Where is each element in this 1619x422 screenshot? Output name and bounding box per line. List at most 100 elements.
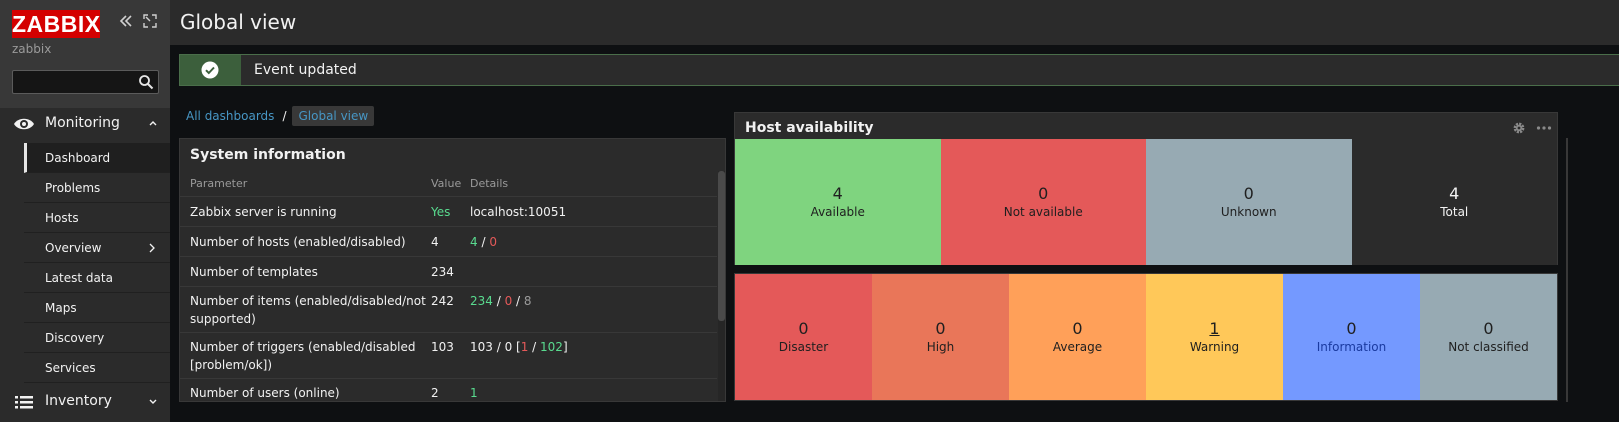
- row-details: 103 / 0 [1 / 102]: [470, 340, 568, 354]
- kiosk-mode-icon[interactable]: [143, 14, 157, 28]
- success-message: Event updated: [179, 54, 1619, 86]
- sidebar-item-discovery[interactable]: Discovery: [24, 323, 170, 353]
- detail-separator: /: [492, 294, 505, 308]
- sidebar-header: ZABBIX zabbix: [0, 0, 170, 108]
- cell-label: High: [926, 340, 955, 354]
- cell-label: Not available: [1003, 205, 1083, 219]
- system-info-table: Parameter Value Details Zabbix server is…: [180, 171, 717, 401]
- row-details: 234 / 0 / 8: [470, 294, 532, 308]
- cell-label: Disaster: [778, 340, 829, 354]
- search-input[interactable]: [13, 71, 133, 93]
- ok-count: 102: [540, 340, 563, 354]
- detail-suffix: ]: [562, 340, 568, 354]
- sidebar-item-services[interactable]: Services: [24, 353, 170, 383]
- menu-section-monitoring[interactable]: Monitoring: [0, 107, 170, 141]
- severity-high[interactable]: 0 High: [872, 274, 1009, 400]
- enabled-count: 4: [470, 235, 478, 249]
- cell-label: Unknown: [1220, 205, 1277, 219]
- row-parameter-line2: supported): [190, 312, 256, 326]
- row-parameter: Number of templates: [190, 265, 318, 279]
- problems-by-severity-widget: 0 Disaster 0 High 0 Average 1 Warning 0 …: [734, 273, 1558, 401]
- sidebar-item-maps[interactable]: Maps: [24, 293, 170, 323]
- cell-count: 0: [1072, 319, 1083, 338]
- sidebar-item-dashboard[interactable]: Dashboard: [24, 143, 170, 173]
- system-information-widget: System information Parameter Value Detai…: [179, 138, 726, 402]
- table-row: Number of users (online) 2 1: [180, 379, 717, 401]
- row-value: 2: [431, 386, 439, 400]
- widget-divider: [1566, 138, 1568, 402]
- cell-count: 0: [798, 319, 809, 338]
- row-value: 103: [431, 340, 454, 354]
- cell-label: Warning: [1189, 340, 1240, 354]
- breadcrumb-separator: /: [282, 109, 287, 123]
- severity-average[interactable]: 0 Average: [1009, 274, 1146, 400]
- search-box[interactable]: [12, 70, 159, 94]
- monitoring-submenu: Dashboard Problems Hosts Overview Latest…: [24, 143, 170, 383]
- cell-count-link[interactable]: 1: [1146, 319, 1283, 338]
- chevron-right-icon: [149, 243, 155, 253]
- scrollbar[interactable]: [718, 171, 725, 401]
- gear-icon[interactable]: [1512, 121, 1526, 135]
- table-header: Parameter Value Details: [180, 171, 717, 197]
- table-row: Number of items (enabled/disabled/not su…: [180, 287, 717, 333]
- table-row: Zabbix server is running Yes localhost:1…: [180, 197, 717, 227]
- sidebar-item-label: Problems: [45, 181, 101, 195]
- page-title: Global view: [180, 10, 297, 34]
- sidebar-item-label: Overview: [45, 241, 102, 255]
- sidebar-item-hosts[interactable]: Hosts: [24, 203, 170, 233]
- scrollbar-thumb[interactable]: [718, 171, 725, 321]
- row-parameter-line2: [problem/ok]): [190, 358, 273, 372]
- severity-cells: 0 Disaster 0 High 0 Average 1 Warning 0 …: [735, 274, 1557, 400]
- search-icon[interactable]: [138, 74, 154, 90]
- cell-label: Not classified: [1448, 340, 1529, 354]
- detail-prefix: 103 / 0 [: [470, 340, 521, 354]
- detail-separator: /: [512, 294, 524, 308]
- sidebar-item-problems[interactable]: Problems: [24, 173, 170, 203]
- row-parameter: Zabbix server is running: [190, 205, 337, 219]
- row-parameter: Number of users (online): [190, 386, 340, 400]
- breadcrumb-all-dashboards[interactable]: All dashboards: [186, 109, 274, 123]
- breadcrumb: All dashboards / Global view: [186, 106, 375, 126]
- sidebar-item-label: Services: [45, 361, 96, 375]
- sidebar-item-overview[interactable]: Overview: [24, 233, 170, 263]
- cell-count: 4: [1449, 184, 1460, 203]
- widget-title: Host availability: [745, 120, 874, 136]
- cell-label: Information: [1316, 340, 1387, 354]
- cell-count: 0: [1346, 319, 1357, 338]
- availability-total: 4 Total: [1351, 139, 1557, 265]
- chevron-down-icon: [149, 399, 157, 404]
- sidebar-item-label: Latest data: [45, 271, 113, 285]
- widget-title: System information: [190, 147, 346, 163]
- zabbix-logo[interactable]: ZABBIX: [12, 10, 100, 38]
- server-name: zabbix: [12, 42, 52, 56]
- detail-separator: /: [528, 340, 541, 354]
- sidebar-item-label: Dashboard: [45, 151, 111, 165]
- sidebar-item-label: Maps: [45, 301, 77, 315]
- eye-icon: [14, 118, 34, 130]
- severity-warning[interactable]: 1 Warning: [1146, 274, 1283, 400]
- breadcrumb-current[interactable]: Global view: [292, 106, 375, 126]
- availability-unknown[interactable]: 0 Unknown: [1146, 139, 1352, 265]
- severity-not-classified[interactable]: 0 Not classified: [1420, 274, 1557, 400]
- cell-count: 0: [935, 319, 946, 338]
- more-options-icon[interactable]: [1536, 125, 1552, 131]
- table-row: Number of templates 234: [180, 257, 717, 287]
- row-details: 1: [470, 386, 478, 400]
- severity-information[interactable]: 0 Information: [1283, 274, 1420, 400]
- row-details: localhost:10051: [470, 205, 567, 219]
- availability-not-available[interactable]: 0 Not available: [940, 139, 1146, 265]
- sidebar: ZABBIX zabbix Monitoring Dashboard Probl…: [0, 0, 170, 422]
- menu-section-label: Inventory: [45, 393, 112, 409]
- severity-disaster[interactable]: 0 Disaster: [735, 274, 872, 400]
- availability-available[interactable]: 4 Available: [735, 139, 941, 265]
- table-row: Number of triggers (enabled/disabled [pr…: [180, 333, 717, 379]
- menu-section-inventory[interactable]: Inventory: [0, 385, 170, 419]
- sidebar-item-latest-data[interactable]: Latest data: [24, 263, 170, 293]
- cell-count: 4: [832, 184, 843, 203]
- table-row: Number of hosts (enabled/disabled) 4 4 /…: [180, 227, 717, 257]
- row-parameter-line1: Number of items (enabled/disabled/not: [190, 294, 426, 308]
- collapse-sidebar-icon[interactable]: [118, 13, 134, 29]
- row-value: Yes: [431, 205, 451, 219]
- column-header-details: Details: [470, 177, 509, 190]
- sidebar-item-label: Discovery: [45, 331, 105, 345]
